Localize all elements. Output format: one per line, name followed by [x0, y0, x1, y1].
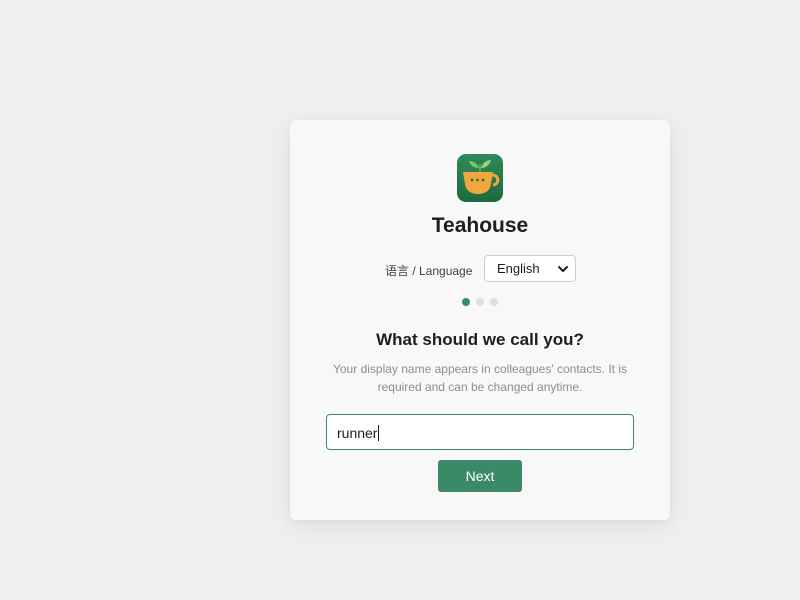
onboarding-card: Teahouse 语言 / Language English What shou… [290, 120, 670, 520]
form-question: What should we call you? [376, 330, 584, 349]
step-dot-3 [490, 298, 498, 306]
language-selected-value: English [497, 261, 540, 276]
step-dot-2 [476, 298, 484, 306]
chevron-down-icon [557, 261, 569, 280]
language-label: 语言 / Language [385, 264, 473, 278]
app-title: Teahouse [431, 214, 529, 237]
language-select[interactable]: English [484, 255, 576, 282]
step-indicator [290, 298, 670, 306]
teacup-sprout-icon [457, 154, 503, 202]
display-name-value: runner [337, 425, 380, 441]
next-button[interactable]: Next [438, 460, 522, 492]
display-name-input[interactable]: runner [326, 414, 634, 450]
form-hint: Your display name appears in colleagues'… [332, 362, 628, 394]
language-row: 语言 / Language English [290, 255, 670, 283]
step-dot-1 [462, 298, 470, 306]
